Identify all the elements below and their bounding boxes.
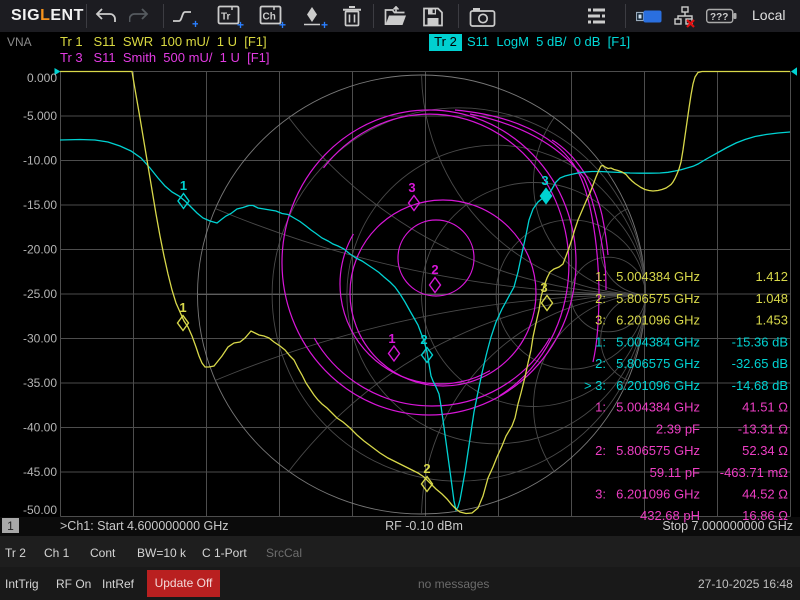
svg-text:-10.00: -10.00 [23,154,57,168]
svg-text:3: 3 [540,280,547,295]
svg-text:-463.71 mΩ: -463.71 mΩ [720,465,789,480]
svg-text:5.806575 GHz: 5.806575 GHz [616,291,700,306]
svg-text:41.51 Ω: 41.51 Ω [742,400,788,415]
svg-text:3: 3 [541,173,548,188]
svg-text:-5.000: -5.000 [23,109,57,123]
svg-text:2.39 pF: 2.39 pF [656,421,700,436]
svg-text:1.048: 1.048 [755,291,788,306]
svg-text:1:: 1: [595,334,606,349]
svg-text:-15.00: -15.00 [23,198,57,212]
svg-text:1.453: 1.453 [755,313,788,328]
svg-text:1.412: 1.412 [755,269,788,284]
svg-text:-32.65 dB: -32.65 dB [732,356,788,371]
svg-text:5.806575 GHz: 5.806575 GHz [616,443,700,458]
svg-text:3:: 3: [595,487,606,502]
svg-text:6.201096 GHz: 6.201096 GHz [616,378,700,393]
svg-text:-15.36 dB: -15.36 dB [732,334,788,349]
svg-text:2: 2 [420,332,427,347]
svg-text:1: 1 [7,519,14,533]
svg-text:-35.00: -35.00 [23,376,57,390]
svg-text:52.34 Ω: 52.34 Ω [742,443,788,458]
svg-text:1:: 1: [595,400,606,415]
svg-text:0.000: 0.000 [27,71,57,85]
svg-text:5.004384 GHz: 5.004384 GHz [616,269,700,284]
svg-text:-30.00: -30.00 [23,332,57,346]
svg-text:-25.00: -25.00 [23,287,57,301]
svg-text:-40.00: -40.00 [23,421,57,435]
svg-text:1: 1 [179,300,186,315]
svg-text:Stop 7.000000000 GHz: Stop 7.000000000 GHz [662,519,793,533]
svg-text:2:: 2: [595,443,606,458]
svg-text:3: 3 [408,180,415,195]
svg-text:2: 2 [423,461,430,476]
svg-text:59.11 pF: 59.11 pF [650,465,700,480]
svg-text:RF -0.10 dBm: RF -0.10 dBm [385,519,463,533]
svg-text:2:: 2: [595,356,606,371]
svg-text:-20.00: -20.00 [23,243,57,257]
svg-text:-45.00: -45.00 [23,465,57,479]
svg-text:> 3:: > 3: [584,378,606,393]
svg-text:-14.68 dB: -14.68 dB [732,378,788,393]
svg-text:6.201096 GHz: 6.201096 GHz [616,313,700,328]
svg-text:3:: 3: [595,313,606,328]
svg-text:-50.00: -50.00 [23,503,57,517]
svg-text:5.004384 GHz: 5.004384 GHz [616,400,700,415]
svg-text:2: 2 [431,262,438,277]
svg-text:1: 1 [180,178,187,193]
svg-text:>Ch1: Start 4.600000000 GHz: >Ch1: Start 4.600000000 GHz [60,519,229,533]
svg-text:5.806575 GHz: 5.806575 GHz [616,356,700,371]
svg-text:1:: 1: [595,269,606,284]
svg-text:5.004384 GHz: 5.004384 GHz [616,334,700,349]
svg-text:-13.31 Ω: -13.31 Ω [738,421,788,436]
svg-text:44.52 Ω: 44.52 Ω [742,487,788,502]
svg-text:2:: 2: [595,291,606,306]
svg-text:1: 1 [388,331,395,346]
svg-text:6.201096 GHz: 6.201096 GHz [616,487,700,502]
